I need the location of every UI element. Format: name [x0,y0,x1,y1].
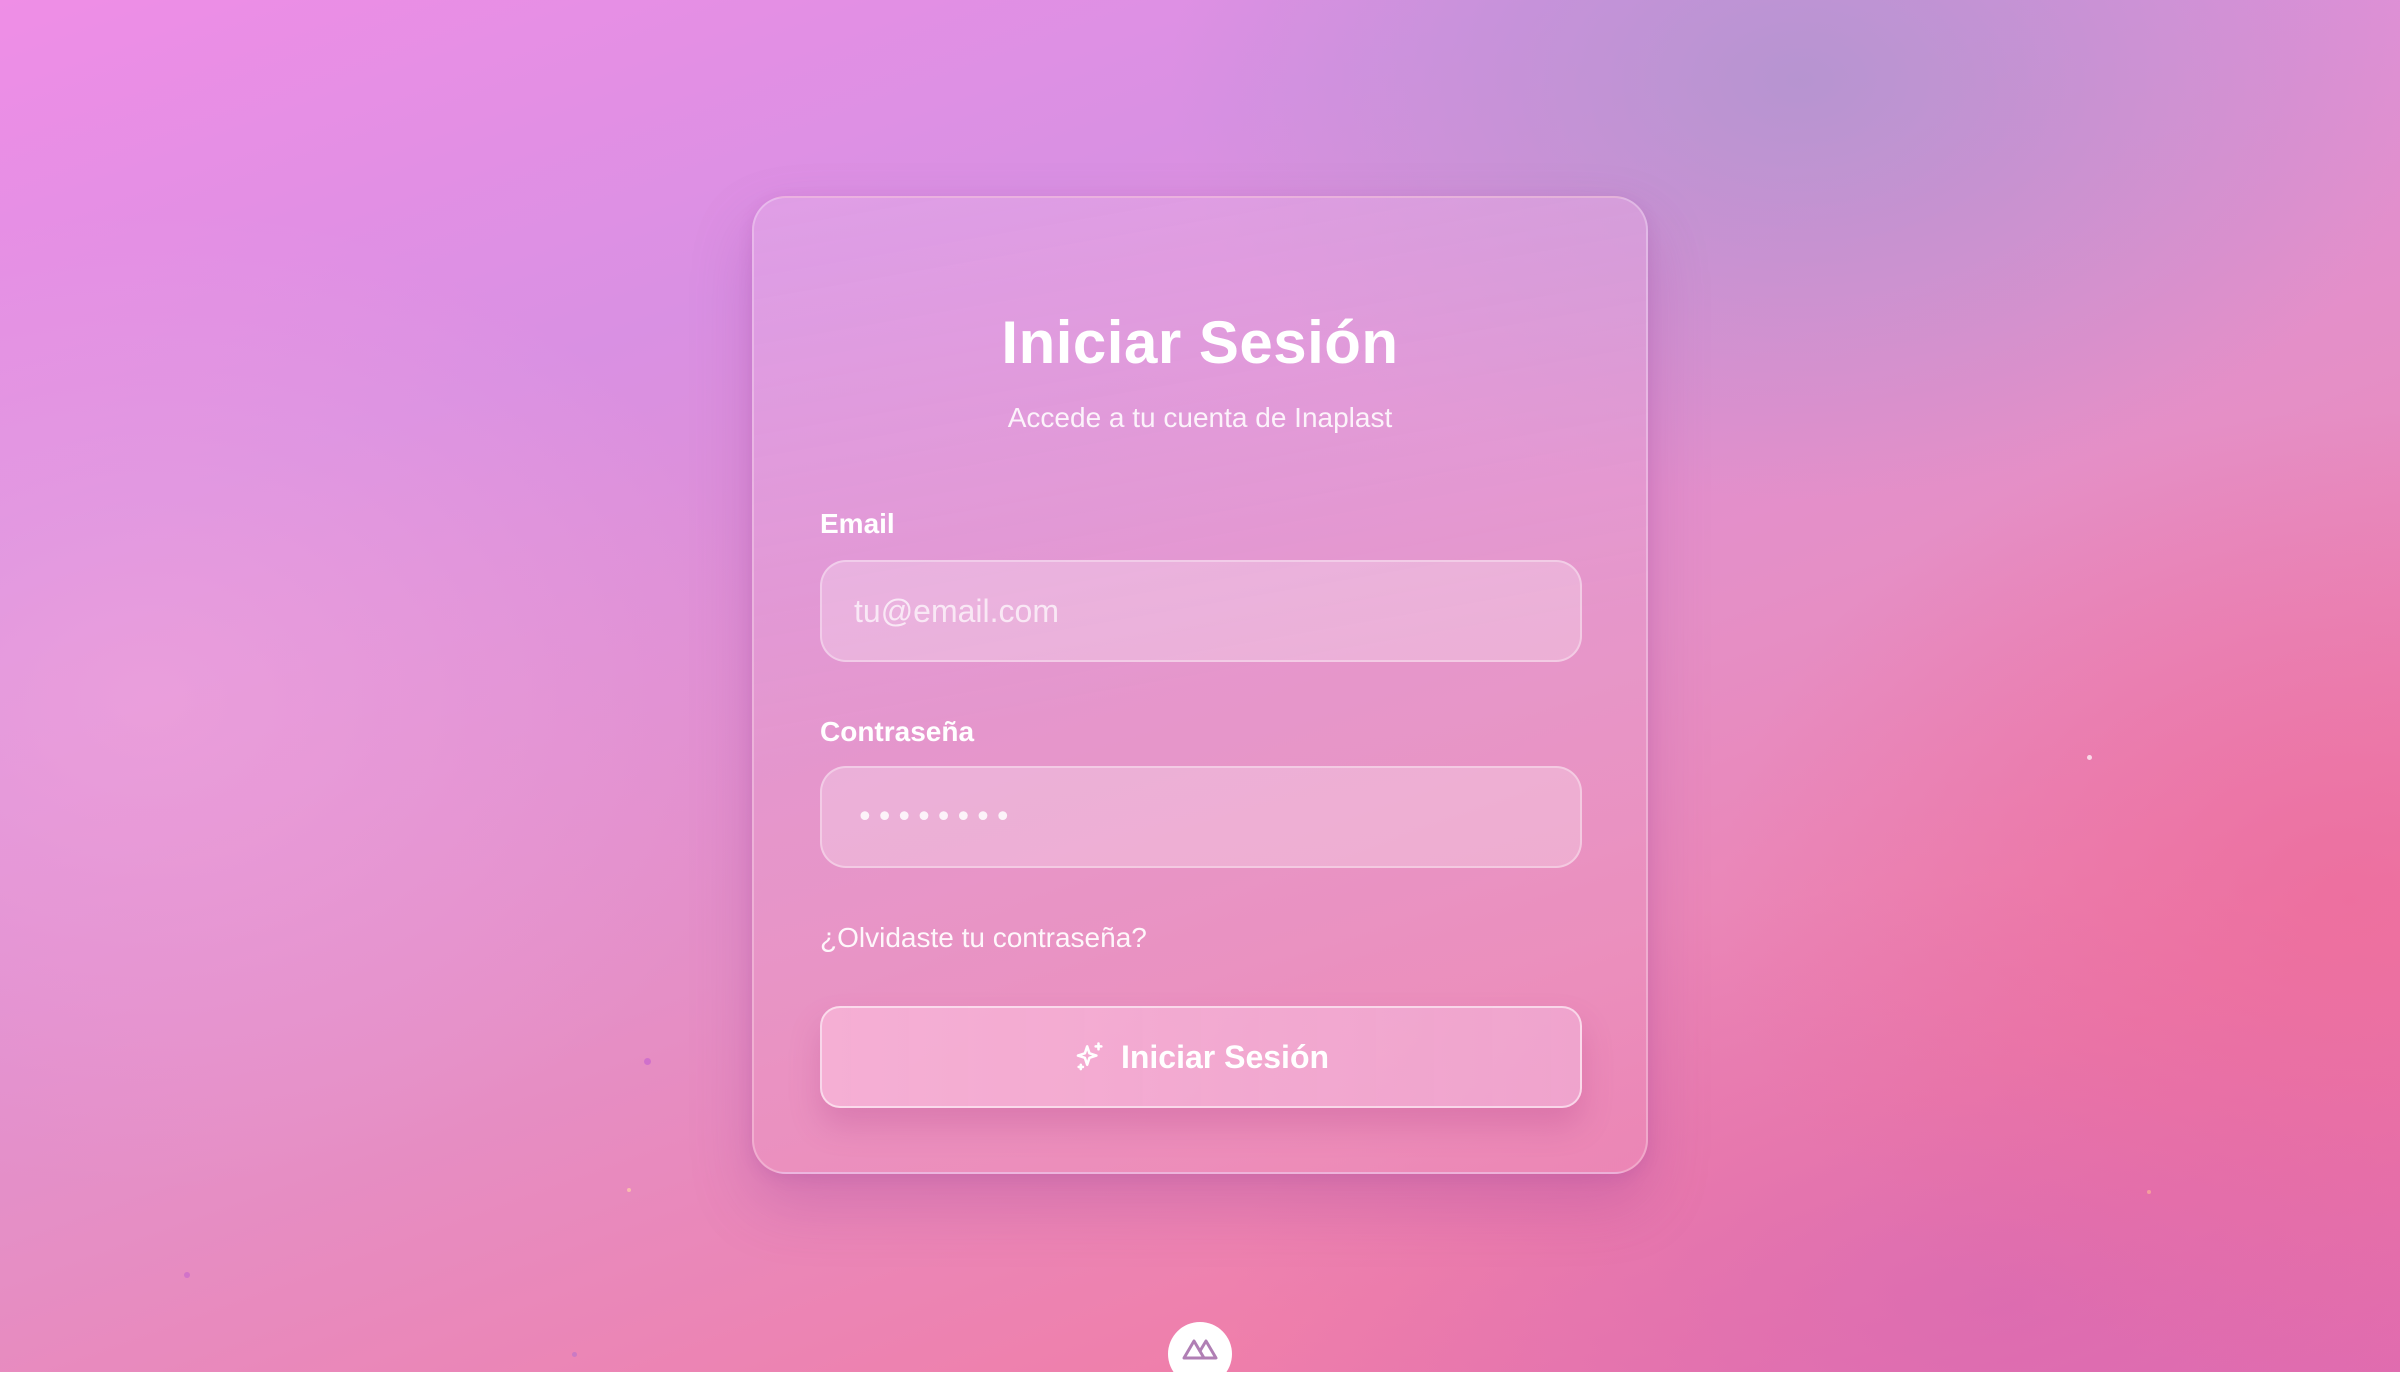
login-submit-button[interactable]: Iniciar Sesión [820,1006,1582,1108]
email-label: Email [820,508,895,539]
decorative-dot [184,1272,190,1278]
decorative-dot [2147,1190,2151,1194]
login-submit-label: Iniciar Sesión [1120,1038,1330,1075]
forgot-password-link[interactable]: ¿Olvidaste tu contraseña? [820,922,1147,954]
decorative-dot [627,1188,631,1192]
sparkles-icon [1073,1040,1107,1074]
decorative-dot [2087,755,2092,760]
decorative-dot [572,1352,577,1357]
login-subtitle: Accede a tu cuenta de Inaplast [1007,402,1393,433]
nuxt-logo-icon [1181,1336,1219,1367]
login-card: Iniciar Sesión Accede a tu cuenta de Ina… [752,196,1648,1174]
email-field[interactable] [820,560,1582,662]
password-field[interactable]: •••••••• [820,766,1582,868]
password-label: Contraseña [820,716,975,747]
decorative-dot [644,1058,651,1065]
login-title: Iniciar Sesión [1001,309,1399,376]
nuxt-logo-badge[interactable] [1168,1322,1232,1386]
